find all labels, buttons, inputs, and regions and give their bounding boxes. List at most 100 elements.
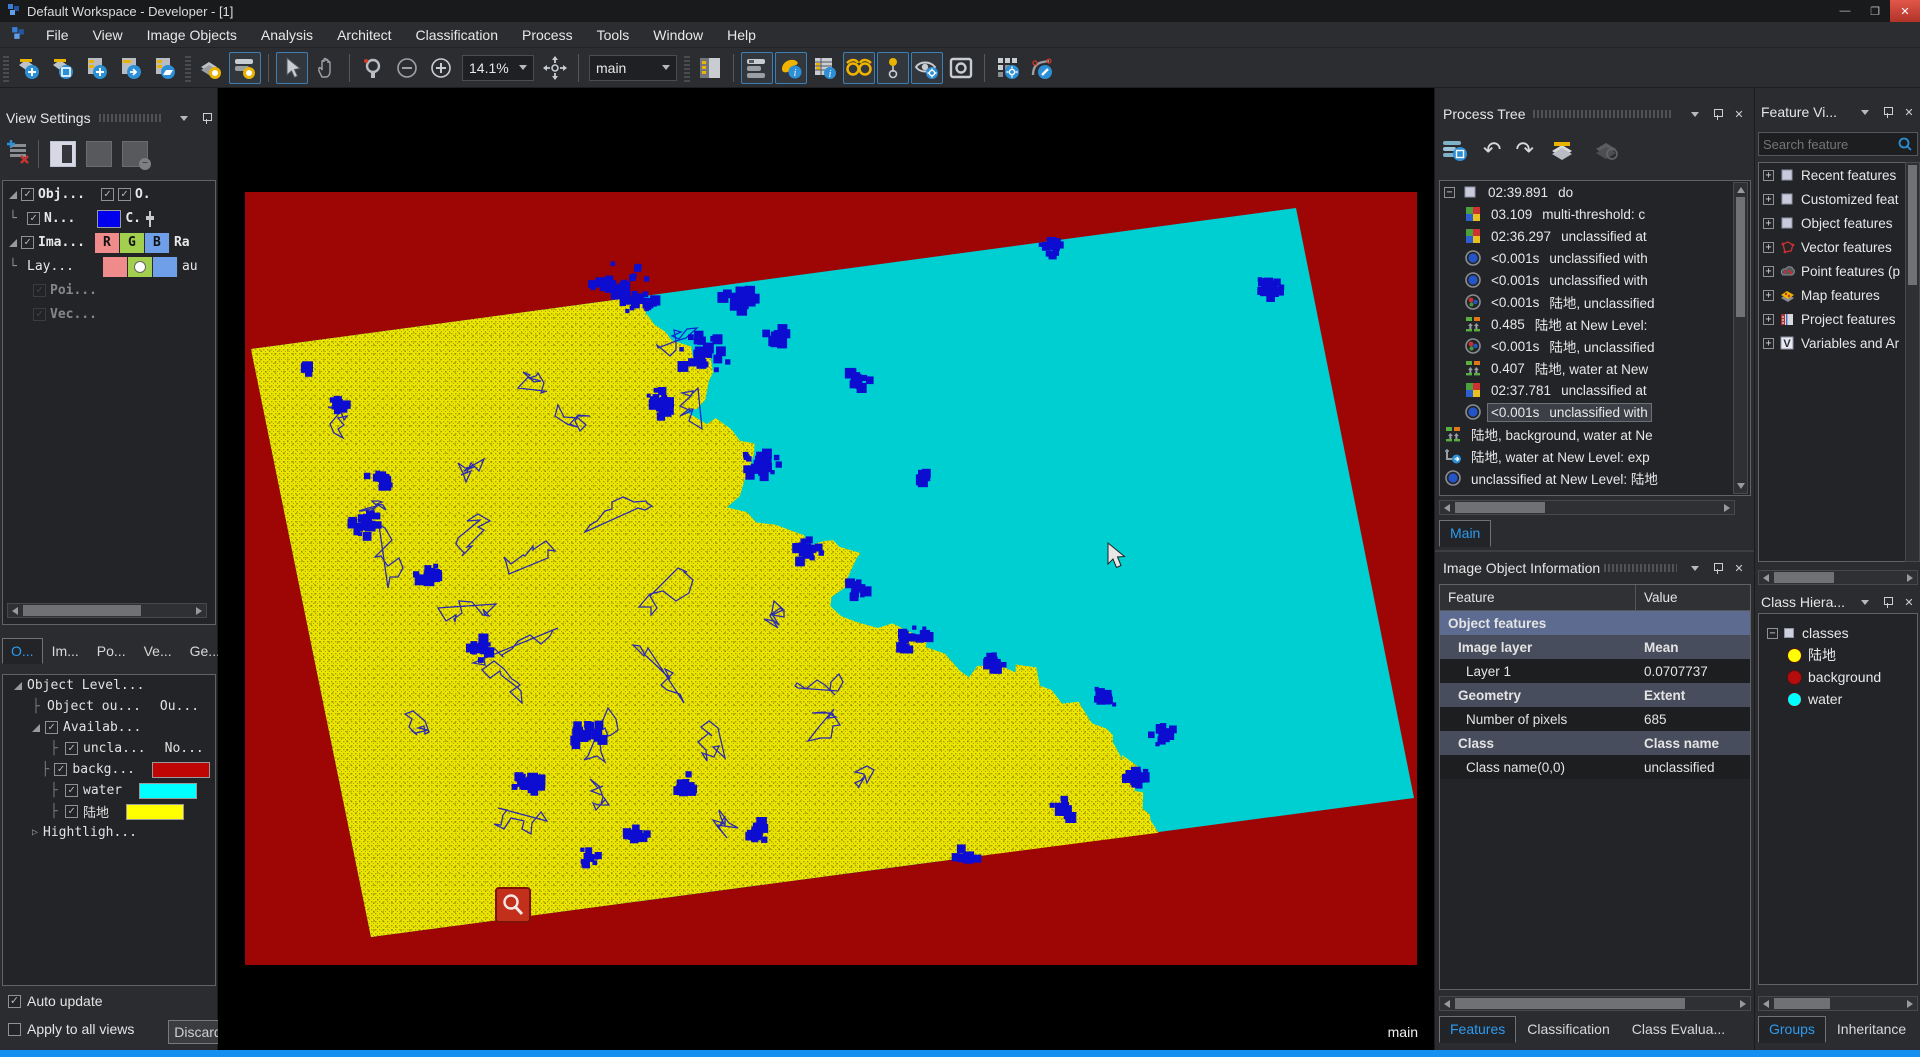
process-row-8[interactable]: 0.407陆地, water at New: [1440, 357, 1750, 379]
red-channel-cell[interactable]: R: [95, 233, 120, 253]
panel-menu-button[interactable]: [1857, 104, 1873, 120]
expand-icon[interactable]: +: [1763, 218, 1774, 229]
process-row-13[interactable]: unclassified at New Level: 陆地: [1440, 467, 1750, 489]
auto-update-checkbox[interactable]: [8, 995, 21, 1008]
green-channel-cell[interactable]: G: [120, 233, 145, 253]
layer-green-cell[interactable]: [128, 257, 153, 277]
tree-row[interactable]: ├water: [3, 780, 215, 801]
add-project-button[interactable]: [81, 52, 113, 84]
objects-checkbox[interactable]: [21, 188, 34, 201]
process-row-7[interactable]: <0.001s陆地, unclassified: [1440, 335, 1750, 357]
feature-item-4[interactable]: +Point features (p: [1759, 259, 1917, 283]
process-row-11[interactable]: 陆地, background, water at Ne: [1440, 423, 1750, 445]
expand-icon[interactable]: +: [1763, 314, 1774, 325]
process-snippets-button[interactable]: [1592, 137, 1622, 168]
feature-item-7[interactable]: +VVariables and Ar: [1759, 331, 1917, 355]
horizontal-scrollbar[interactable]: [1439, 500, 1735, 515]
panel-menu-button[interactable]: [1687, 106, 1703, 122]
column-header-value[interactable]: Value: [1636, 590, 1746, 605]
tree-row[interactable]: ├backg...: [3, 759, 215, 780]
horizontal-scrollbar[interactable]: [1758, 570, 1918, 585]
class-item-0[interactable]: 陆地: [1759, 644, 1917, 666]
show-preview-button[interactable]: [911, 52, 943, 84]
process-row-2[interactable]: 02:36.297unclassified at: [1440, 225, 1750, 247]
pin-icon[interactable]: [1709, 106, 1725, 122]
horizontal-scrollbar[interactable]: [7, 603, 207, 618]
scroll-right-arrow[interactable]: [1720, 501, 1734, 514]
column-header-feature[interactable]: Feature: [1440, 585, 1636, 610]
pin-icon[interactable]: [1709, 560, 1725, 576]
tree-row[interactable]: ├陆地: [3, 801, 215, 822]
class-item-2[interactable]: water: [1759, 688, 1917, 710]
view-settings-tab-1[interactable]: Im...: [43, 638, 88, 664]
panel-drag-grip[interactable]: [1604, 564, 1677, 572]
auto-update-row[interactable]: Auto update: [8, 993, 103, 1009]
search-icon[interactable]: [1897, 136, 1913, 152]
modify-project-button[interactable]: [115, 52, 147, 84]
close-icon[interactable]: ✕: [1901, 104, 1917, 120]
class-color-swatch[interactable]: [152, 762, 210, 778]
view-settings-tab-3[interactable]: Ve...: [135, 638, 181, 664]
scroll-right-arrow[interactable]: [1736, 997, 1750, 1010]
scroll-up-arrow[interactable]: [1737, 187, 1745, 193]
menu-window[interactable]: Window: [641, 24, 715, 46]
tree-row[interactable]: Availab...: [3, 717, 215, 738]
open-project-button[interactable]: [149, 52, 181, 84]
scroll-thumb[interactable]: [1736, 197, 1745, 317]
slider-icon[interactable]: [145, 211, 155, 227]
row-checkbox[interactable]: [65, 784, 78, 797]
layout-minus-button[interactable]: −: [122, 141, 148, 167]
class-color-swatch[interactable]: [126, 804, 184, 820]
feature-search-input[interactable]: [1759, 137, 1897, 152]
ioi-row-5[interactable]: ClassClass name: [1440, 731, 1750, 755]
ioi-tab-2[interactable]: Class Evalua...: [1621, 1016, 1736, 1043]
expand-icon[interactable]: +: [1763, 170, 1774, 181]
expand-icon[interactable]: +: [1763, 194, 1774, 205]
feature-search-box[interactable]: [1758, 132, 1918, 156]
horizontal-scrollbar[interactable]: [1439, 996, 1751, 1011]
zoom-area-button[interactable]: [357, 52, 389, 84]
ioi-row-4[interactable]: Number of pixels685: [1440, 707, 1750, 731]
vertical-scrollbar[interactable]: [1733, 182, 1748, 494]
ioi-row-1[interactable]: Image layerMean: [1440, 635, 1750, 659]
panel-menu-button[interactable]: [1857, 594, 1873, 610]
row-checkbox[interactable]: [45, 721, 58, 734]
class-color-swatch[interactable]: [139, 783, 197, 799]
process-row-6[interactable]: 0.485陆地 at New Level:: [1440, 313, 1750, 335]
expander-icon[interactable]: [9, 239, 17, 247]
expand-icon[interactable]: +: [1763, 290, 1774, 301]
process-row-1[interactable]: 03.109multi-threshold: c: [1440, 203, 1750, 225]
new-workspace-button[interactable]: [13, 52, 45, 84]
layout-two-pane-button[interactable]: [86, 141, 112, 167]
tree-row-vectors[interactable]: Vec...: [3, 304, 215, 325]
expander-icon[interactable]: [9, 191, 17, 199]
menu-image-objects[interactable]: Image Objects: [135, 24, 249, 46]
menu-classification[interactable]: Classification: [404, 24, 510, 46]
scroll-left-arrow[interactable]: [1759, 571, 1773, 584]
row-checkbox[interactable]: [54, 763, 67, 776]
scroll-left-arrow[interactable]: [1440, 997, 1454, 1010]
row-checkbox[interactable]: [65, 742, 78, 755]
nav-color-swatch[interactable]: [97, 210, 121, 228]
ioi-row-3[interactable]: GeometryExtent: [1440, 683, 1750, 707]
redo-icon[interactable]: ↷: [1515, 137, 1533, 163]
split-window-button[interactable]: [694, 52, 726, 84]
image-view-frame-button[interactable]: [945, 52, 977, 84]
feature-item-5[interactable]: +Map features: [1759, 283, 1917, 307]
zoom-out-button[interactable]: [391, 52, 423, 84]
menu-file[interactable]: File: [34, 24, 81, 46]
class-item-1[interactable]: background: [1759, 666, 1917, 688]
manual-edit-button[interactable]: [1026, 52, 1058, 84]
pin-icon[interactable]: [1879, 104, 1895, 120]
ch-tab-1[interactable]: Inheritance: [1826, 1016, 1917, 1043]
scroll-right-arrow[interactable]: [1903, 571, 1917, 584]
outline-checkbox[interactable]: [101, 188, 114, 201]
tree-row[interactable]: Object Level...: [3, 675, 215, 696]
scroll-right-arrow[interactable]: [1903, 997, 1917, 1010]
close-button[interactable]: ✕: [1890, 0, 1920, 22]
scroll-down-arrow[interactable]: [1737, 483, 1745, 489]
tree-row[interactable]: ├uncla...No...: [3, 738, 215, 759]
vectors-checkbox[interactable]: [33, 308, 46, 321]
process-row-3[interactable]: <0.001sunclassified with: [1440, 247, 1750, 269]
restore-button[interactable]: ❐: [1860, 0, 1890, 22]
